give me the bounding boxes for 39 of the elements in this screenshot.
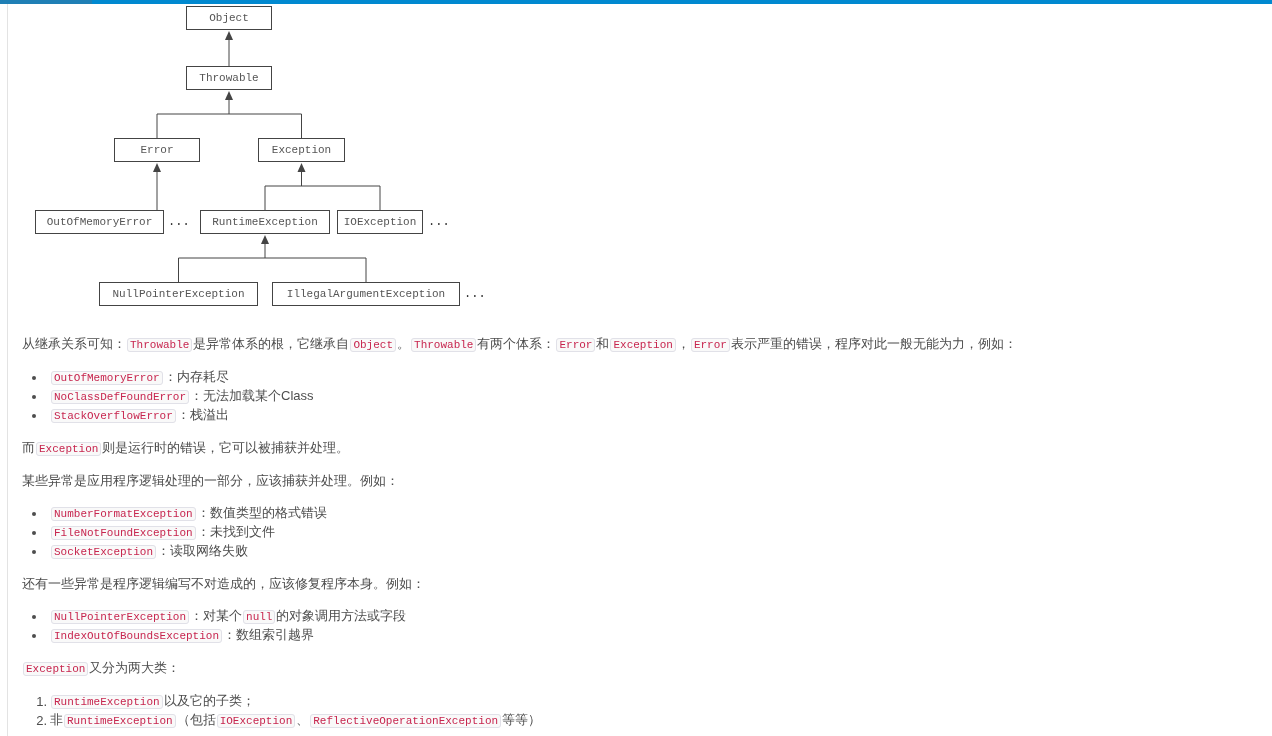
bullet-icon	[32, 375, 36, 380]
class-node: Throwable	[186, 66, 272, 90]
list-item: StackOverflowError ：栈溢出	[50, 406, 229, 425]
ellipsis: ...	[168, 214, 190, 231]
bullet-icon	[32, 530, 36, 535]
list-item: OutOfMemoryError ：内存耗尽	[50, 368, 229, 387]
list-number: 1.	[35, 692, 48, 711]
list-item: FileNotFoundException ：未找到文件	[50, 523, 275, 542]
class-node: RuntimeException	[200, 210, 330, 234]
bullet-icon	[32, 511, 36, 516]
bullet-icon	[32, 614, 36, 619]
bullet-icon	[32, 394, 36, 399]
paragraph: 而 Exception 则是运行时的错误，它可以被捕获并处理。	[22, 439, 350, 458]
class-node: IOException	[337, 210, 423, 234]
bullet-icon	[32, 549, 36, 554]
list-item: NoClassDefFoundError ：无法加载某个Class	[50, 387, 314, 406]
class-node: Error	[114, 138, 200, 162]
paragraph: Exception 又分为两大类：	[22, 659, 181, 678]
list-item: RuntimeException 以及它的子类；	[50, 692, 255, 711]
bullet-icon	[32, 413, 36, 418]
inheritance-arrow	[225, 31, 233, 67]
list-item: NumberFormatException ：数值类型的格式错误	[50, 504, 327, 523]
class-node: OutOfMemoryError	[35, 210, 164, 234]
paragraph: 从继承关系可知： Throwable 是异常体系的根，它继承自 Object 。 Throwable 有两个体系： Error 和 Exception ， Error 表示严重的错误，程序对此一般无能为力，例如：	[22, 335, 1017, 354]
class-node: IllegalArgumentException	[272, 282, 460, 306]
list-item: SocketException ：读取网络失败	[50, 542, 249, 561]
paragraph: 还有一些异常是程序逻辑编写不对造成的，应该修复程序本身。例如：	[22, 575, 425, 593]
ellipsis: ...	[464, 286, 486, 303]
list-number: 2.	[35, 711, 48, 730]
inheritance-arrow	[153, 163, 161, 211]
paragraph: 某些异常是应用程序逻辑处理的一部分，应该捕获并处理。例如：	[22, 472, 399, 490]
list-item: 非 RuntimeException （包括 IOException 、 ReflectiveOperationException 等等）	[50, 711, 542, 730]
list-item: IndexOutOfBoundsException ：数组索引越界	[50, 626, 315, 645]
ellipsis: ...	[428, 214, 450, 231]
list-item: NullPointerException ：对某个 null 的对象调用方法或字段	[50, 607, 407, 626]
class-node: NullPointerException	[99, 282, 258, 306]
class-node: Exception	[258, 138, 345, 162]
bullet-icon	[32, 633, 36, 638]
class-node: Object	[186, 6, 272, 30]
